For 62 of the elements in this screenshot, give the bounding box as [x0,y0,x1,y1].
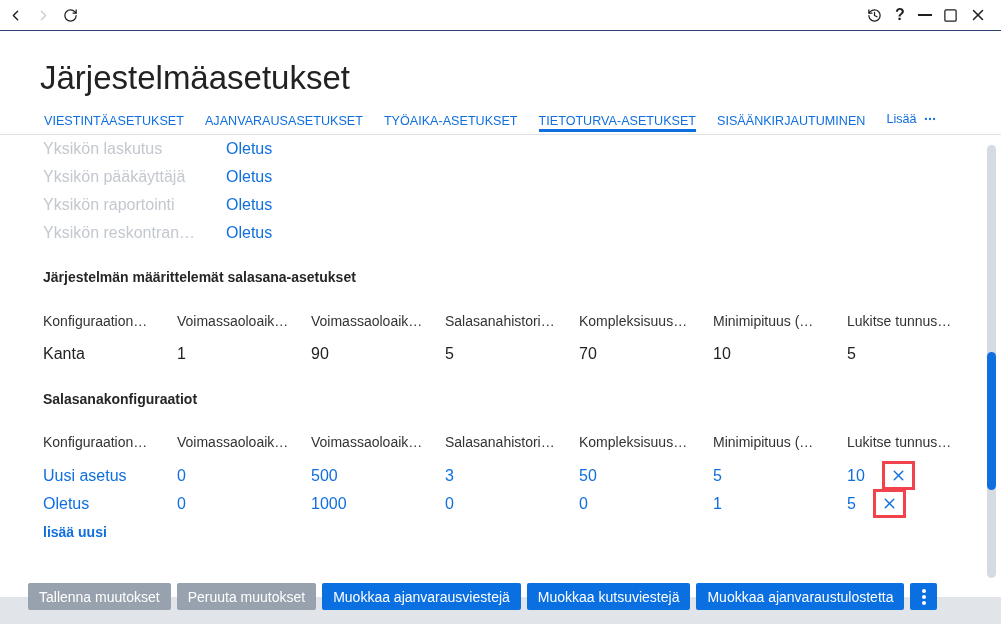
table-link[interactable]: 0 [445,494,454,513]
table-link[interactable]: Uusi asetus [43,466,127,485]
column-header: Voimassaoloaik… [177,434,289,450]
add-new-link[interactable]: lisää uusi [43,522,107,542]
setting-label: Yksikön laskutus [43,140,164,158]
tab[interactable]: SISÄÄNKIRJAUTUMINEN [717,110,866,132]
table-link[interactable]: 0 [177,494,186,513]
column-header: Kompleksisuus… [579,434,688,450]
table-link[interactable]: 3 [445,466,454,485]
table-link[interactable]: 5 [713,466,722,485]
footer-button[interactable]: Muokkaa ajanvarausviestejä [322,583,521,610]
scrollbar[interactable] [987,145,996,578]
tab[interactable]: TIETOTURVA-ASETUKSET [538,110,697,132]
delete-button[interactable] [881,461,915,490]
table-cell: 10 [713,345,731,363]
setting-label: Yksikön pääkäyttäjä [43,168,187,186]
delete-button[interactable] [872,489,906,518]
scrollbar-thumb[interactable] [987,352,996,490]
history-icon[interactable] [867,7,882,23]
column-header: Lukitse tunnus… [847,313,952,329]
column-header: Voimassaoloaik… [177,313,289,329]
table-cell: 5 [847,345,856,363]
setting-label: Yksikön reskontran… [43,224,197,242]
column-header: Salasanahistori… [445,313,555,329]
table-link[interactable]: 10 [847,466,865,485]
table-cell: Kanta [43,345,85,363]
column-header: Voimassaoloaik… [311,313,423,329]
table-link[interactable]: 1000 [311,494,347,513]
column-header: Salasanahistori… [445,434,555,450]
tab[interactable]: VIESTINTÄASETUKSET [44,110,184,132]
more-options-button[interactable] [910,583,938,610]
column-header: Minimipituus (… [713,434,814,450]
page-title: Järjestelmäasetukset [40,58,350,98]
column-header: Konfiguraation… [43,313,148,329]
table-link[interactable]: 1 [713,494,722,513]
table-link[interactable]: 50 [579,466,597,485]
table-cell: 5 [445,345,454,363]
table-link[interactable]: 5 [847,494,856,513]
table-cell: 90 [311,345,329,363]
footer-button[interactable]: Muokkaa ajanvaraustulostetta [696,583,905,610]
table-link[interactable]: 0 [579,494,588,513]
table-cell: 70 [579,345,597,363]
table-link[interactable]: 0 [177,466,186,485]
more-tab[interactable]: Lisää [886,110,937,134]
section-title: Järjestelmän määrittelemät salasana-asetukset [43,268,356,287]
refresh-icon[interactable] [63,7,78,23]
column-header: Voimassaoloaik… [311,434,423,450]
tab[interactable]: TYÖAIKA-ASETUKSET [383,110,518,132]
column-header: Lukitse tunnus… [847,434,952,450]
table-link[interactable]: Oletus [43,494,90,513]
column-header: Konfiguraation… [43,434,148,450]
setting-label: Yksikön raportointi [43,196,176,214]
tab[interactable]: AJANVARAUSASETUKSET [204,110,363,132]
table-link[interactable]: 500 [311,466,338,485]
help-button[interactable]: ? [893,6,907,24]
table-cell: 1 [177,345,186,363]
footer-button[interactable]: Muokkaa kutsuviestejä [526,583,691,610]
column-header: Minimipituus (… [713,313,814,329]
column-header: Kompleksisuus… [579,313,688,329]
kebab-icon [921,588,926,605]
maximize-icon[interactable] [943,7,958,23]
section-title: Salasanakonfiguraatiot [43,390,198,409]
